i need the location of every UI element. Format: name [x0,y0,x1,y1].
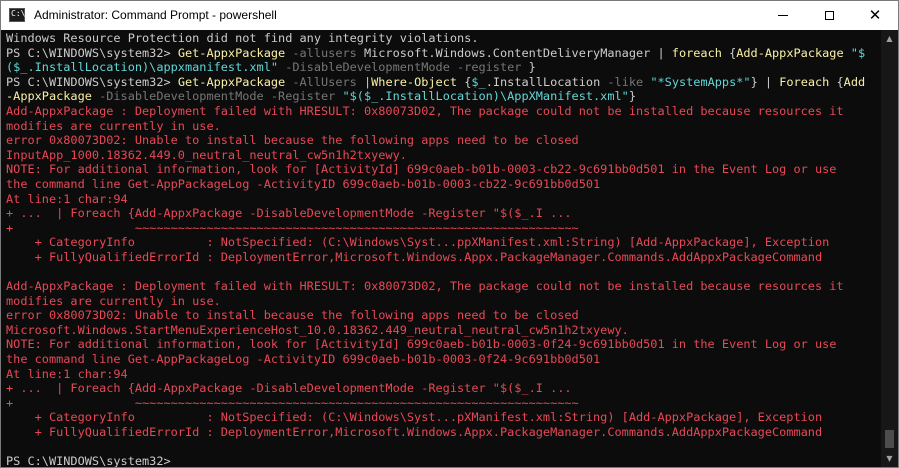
title-bar[interactable]: C:\ Administrator: Command Prompt - powe… [1,1,898,30]
console-text-error: Add-AppxPackage : Deployment failed with… [6,279,844,294]
console-text-normal: { [721,45,737,60]
console-line: + FullyQualifiedErrorId : DeploymentErro… [6,425,881,440]
scroll-up-arrow-icon[interactable]: ▲ [881,30,898,47]
console-text-param: -AllUsers [285,74,364,89]
console-line: modifies are currently in use. [6,294,881,309]
close-icon: ✕ [868,6,882,24]
console-text-error: + ... | Foreach {Add-AppxPackage -Disabl… [6,206,572,221]
console-text-param: -DisableDevelopmentMode -register [278,60,529,75]
console-line: Microsoft.Windows.StartMenuExperienceHos… [6,323,881,338]
console-text-normal: } | [750,74,780,89]
console-line: ($_.InstallLocation)\appxmanifest.xml" -… [6,60,881,75]
scroll-thumb[interactable] [885,430,894,448]
cmd-icon[interactable]: C:\ [9,8,25,22]
console-text-error: + FullyQualifiedErrorId : DeploymentErro… [6,425,823,440]
console-text-error: At line:1 char:94 [6,191,128,206]
console-line: NOTE: For additional information, look f… [6,162,881,177]
command-prompt-window: C:\ Administrator: Command Prompt - powe… [0,0,899,468]
console-text-normal: PS C:\WINDOWS\system32> [6,45,178,60]
console-text-string: ($_.InstallLocation)\appxmanifest.xml" [6,60,279,75]
console-text-error: + FullyQualifiedErrorId : DeploymentErro… [6,249,823,264]
console-line: + ... | Foreach {Add-AppxPackage -Disabl… [6,206,881,221]
console-text-error: + CategoryInfo : NotSpecified: (C:\Windo… [6,235,830,250]
console-text-param: -DisableDevelopmentMode -Register [91,89,343,104]
console-text-command: Add-AppxPackage [736,45,844,60]
console-line: Add-AppxPackage : Deployment failed with… [6,279,881,294]
console-text-error: modifies are currently in use. [6,118,221,133]
console-text-error: the command line Get-AppPackageLog -Acti… [6,352,601,367]
console-text-command: Get-AppxPackage [177,74,286,89]
console-text-command: Foreach [779,74,830,89]
maximize-icon [824,11,834,20]
console-line: InputApp_1000.18362.449.0_neutral_neutra… [6,148,881,163]
console-text-command: foreach [671,45,722,60]
console-line: + CategoryInfo : NotSpecified: (C:\Windo… [6,235,881,250]
close-button[interactable]: ✕ [852,1,898,30]
console-line: the command line Get-AppPackageLog -Acti… [6,177,881,192]
console-text-normal: { [829,74,844,89]
maximize-button[interactable] [806,1,852,30]
console-text-error: + ~~~~~~~~~~~~~~~~~~~~~~~~~~~~~~~~~~~~~~… [6,395,579,410]
console-text-error: NOTE: For additional information, look f… [6,337,837,352]
console-line: the command line Get-AppPackageLog -Acti… [6,352,881,367]
console-line: modifies are currently in use. [6,119,881,134]
console-text-error: modifies are currently in use. [6,293,221,308]
console-text-normal: { [457,74,472,89]
console-text-normal: PS C:\WINDOWS\system32> [6,74,178,89]
console-text-normal: } [628,89,636,104]
console-line: Add-AppxPackage : Deployment failed with… [6,104,881,119]
console-line: + ~~~~~~~~~~~~~~~~~~~~~~~~~~~~~~~~~~~~~~… [6,221,881,236]
vertical-scrollbar[interactable]: ▲ ▼ [881,30,898,467]
console-text-command: Get-AppxPackage [177,45,286,60]
console-text-string: $_ [471,74,486,89]
console-text-command: -AppxPackage [6,89,92,104]
console-text-error: error 0x80073D02: Unable to install beca… [6,133,579,148]
console-text-normal: Microsoft.Windows.ContentDeliveryManager… [363,45,672,60]
console-line: Windows Resource Protection did not find… [6,31,881,46]
cmd-icon-glyph: C:\ [11,9,26,18]
console-text-string: "$($_.InstallLocation)\AppXManifest.xml" [342,89,629,104]
minimize-icon [778,15,788,16]
minimize-button[interactable] [760,1,806,30]
console-text-error: error 0x80073D02: Unable to install beca… [6,308,579,323]
console-text-normal: Windows Resource Protection did not find… [6,31,479,45]
console-line: PS C:\WINDOWS\system32> Get-AppxPackage … [6,46,881,61]
console-text-normal: .InstallLocation [485,74,608,89]
console-text-error: Add-AppxPackage : Deployment failed with… [6,103,844,118]
console-line: error 0x80073D02: Unable to install beca… [6,133,881,148]
console-text-error: NOTE: For additional information, look f… [6,162,837,177]
console-text-command: Add [843,74,866,89]
console-text-error: + ... | Foreach {Add-AppxPackage -Disabl… [6,381,572,396]
console-line: + ~~~~~~~~~~~~~~~~~~~~~~~~~~~~~~~~~~~~~~… [6,396,881,411]
console-line: -AppxPackage -DisableDevelopmentMode -Re… [6,89,881,104]
console-line: + FullyQualifiedErrorId : DeploymentErro… [6,250,881,265]
console-line: PS C:\WINDOWS\system32> [6,454,881,467]
console-line: + ... | Foreach {Add-AppxPackage -Disabl… [6,381,881,396]
console-text-param: -like [607,74,644,89]
console-text-command: Where-Object [371,74,458,89]
console-text-param: -allusers [285,45,364,60]
console-output[interactable]: Windows Resource Protection did not find… [1,30,881,467]
console-text-normal: PS C:\WINDOWS\system32> [6,454,171,467]
console-text-string: "*SystemApps*" [643,74,751,89]
console-text-error: + CategoryInfo : NotSpecified: (C:\Windo… [6,410,823,425]
console-text-normal: } [528,60,536,75]
console-text-error: Microsoft.Windows.StartMenuExperienceHos… [6,322,629,337]
console-line: At line:1 char:94 [6,192,881,207]
console-text-string: "$ [843,45,866,60]
console-line: + CategoryInfo : NotSpecified: (C:\Windo… [6,410,881,425]
console-text-error: the command line Get-AppPackageLog -Acti… [6,176,601,191]
console-line: error 0x80073D02: Unable to install beca… [6,308,881,323]
window-title: Administrator: Command Prompt - powershe… [34,8,277,22]
scroll-down-arrow-icon[interactable]: ▼ [881,450,898,467]
console-line: NOTE: For additional information, look f… [6,337,881,352]
console-line: At line:1 char:94 [6,367,881,382]
console-text-error: + ~~~~~~~~~~~~~~~~~~~~~~~~~~~~~~~~~~~~~~… [6,220,579,235]
console-text-error: InputApp_1000.18362.449.0_neutral_neutra… [6,147,407,162]
console-line: PS C:\WINDOWS\system32> Get-AppxPackage … [6,75,881,90]
console-text-error: At line:1 char:94 [6,366,128,381]
